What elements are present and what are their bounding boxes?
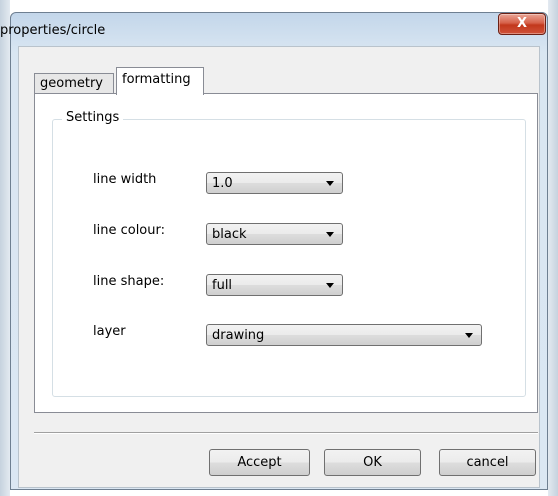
line-colour-value: black [212,227,247,242]
chevron-down-icon [326,283,334,288]
chevron-down-icon [326,181,334,186]
button-separator [34,432,538,434]
close-button[interactable]: X [498,13,546,35]
cancel-button[interactable]: cancel [439,449,536,476]
tab-formatting-label: formatting [122,72,191,87]
accept-button[interactable]: Accept [209,449,310,476]
desktop-background-left [0,0,10,496]
chevron-down-icon [465,333,473,338]
desktop-background-right [548,0,558,496]
line-colour-label: line colour: [93,223,165,238]
tab-geometry[interactable]: geometry [34,73,114,94]
line-colour-select[interactable]: black [206,223,343,245]
line-width-select[interactable]: 1.0 [206,172,343,194]
line-shape-value: full [212,278,233,293]
close-icon: X [516,16,528,31]
chevron-down-icon [326,232,334,237]
line-width-value: 1.0 [212,176,233,191]
ok-button[interactable]: OK [324,449,421,476]
tab-geometry-label: geometry [40,76,104,91]
settings-group [52,119,526,397]
line-width-label: line width [93,172,157,187]
line-shape-label: line shape: [93,274,165,289]
tab-formatting[interactable]: formatting [116,67,204,95]
layer-label: layer [93,324,126,339]
window-title: properties/circle [0,23,106,38]
settings-group-label: Settings [62,109,124,127]
line-shape-select[interactable]: full [206,274,343,296]
layer-value: drawing [212,328,265,343]
layer-select[interactable]: drawing [206,324,482,346]
